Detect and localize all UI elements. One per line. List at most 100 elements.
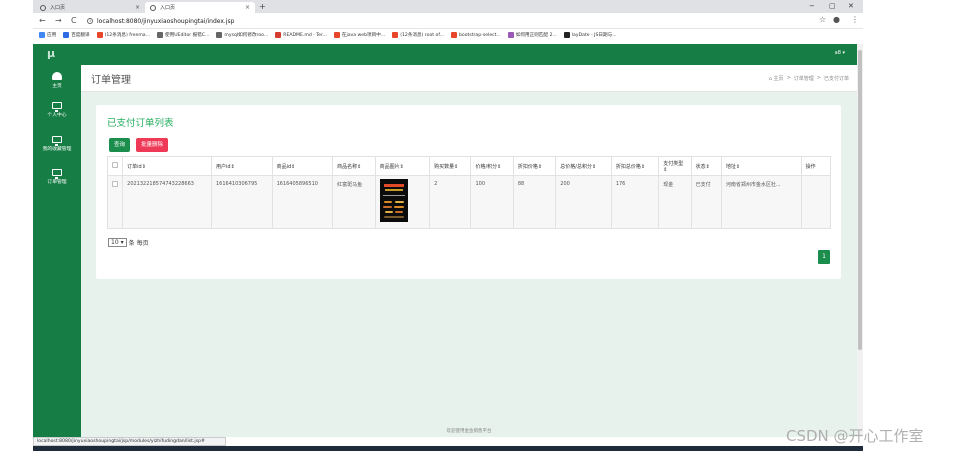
bookmark-item[interactable]: layDate - JS日期与...	[563, 32, 617, 38]
back-button[interactable]: ←	[39, 16, 46, 25]
column-header[interactable]: 折扣价格⇕	[512, 156, 557, 176]
status-cell: 已支付	[690, 175, 722, 229]
bookmark-label: bootstrap-select...	[459, 32, 501, 38]
scrollbar-thumb[interactable]	[858, 50, 862, 350]
page-size-control: 10 ▾ 条 每页	[108, 238, 149, 247]
url-field[interactable]: i localhost:8080/jinyuxiaoshoupingtai/in…	[87, 16, 807, 26]
total-cell: 200	[555, 175, 612, 229]
main-content: 订单管理 ⌂ 主页 > 订单管理 > 已支付订单 已支付订单列表 查询 批量删除…	[81, 65, 857, 437]
page-scrollbar[interactable]	[857, 44, 863, 437]
bookmark-label: 使用UEditor 报错C...	[165, 33, 210, 38]
bookmarks-bar: 应用 百度翻译 (12条消息) freema... 使用UEditor 报错C... m…	[33, 29, 863, 41]
bookmark-item[interactable]: 百度翻译	[63, 32, 90, 38]
batch-delete-button[interactable]: 批量删除	[136, 138, 169, 152]
column-header[interactable]: 商品id⇕	[271, 156, 334, 176]
globe-icon	[40, 4, 46, 11]
bookmark-icon	[275, 32, 282, 38]
panel-title: 已支付订单列表	[107, 118, 174, 129]
bookmark-icon	[392, 32, 399, 38]
sidebar-item-orders[interactable]: 订单管理	[33, 169, 81, 185]
column-header[interactable]: 总价格/总积分⇕	[555, 156, 612, 176]
column-header[interactable]: 商品图片⇕	[374, 156, 431, 176]
bookmark-icon	[507, 32, 514, 38]
column-header[interactable]: 商品名称⇕	[332, 156, 376, 176]
menu-icon[interactable]: ⋮	[851, 15, 859, 24]
product-thumbnail[interactable]	[379, 179, 408, 222]
reload-button[interactable]: C	[71, 16, 77, 25]
column-header[interactable]: 用户id⇕	[211, 156, 273, 176]
browser-status-bar: localhost:8080/jinyuxiaoshoupingtai/jsp/…	[33, 437, 226, 446]
user-id-cell: 1616410306795	[211, 175, 273, 229]
column-header[interactable]: 状态⇕	[690, 156, 722, 176]
address-bar: ← → C i localhost:8080/jinyuxiaoshouping…	[33, 13, 863, 29]
column-header[interactable]: 地址⇕	[720, 156, 802, 176]
column-header[interactable]: 支付类型⇕	[658, 156, 692, 176]
action-cell	[800, 175, 832, 229]
bookmark-item[interactable]: mysql如何修改roo...	[216, 32, 268, 38]
table-row[interactable]: 202132218574743228663 1616410306795 1616…	[106, 175, 832, 229]
globe-icon	[150, 4, 156, 11]
bookmark-icon	[63, 32, 70, 38]
monitor-icon	[52, 102, 62, 112]
quantity-cell: 2	[429, 175, 472, 229]
breadcrumb-home[interactable]: ⌂ 主页	[769, 75, 784, 82]
sidebar-item-profile[interactable]: 个人中心	[33, 102, 81, 118]
sidebar-item-label: 我的收藏管理	[42, 147, 72, 152]
maximize-button[interactable]: ▢	[829, 2, 836, 10]
bookmark-icon	[157, 32, 163, 38]
user-menu[interactable]: a8 ▾	[835, 50, 845, 56]
sidebar-item-home[interactable]: 主页	[33, 72, 81, 89]
close-window-button[interactable]: ✕	[848, 2, 854, 10]
address-cell: 河南省郑州市金水区杜...	[720, 175, 802, 229]
pagination-page-1[interactable]: 1	[818, 250, 830, 264]
query-button[interactable]: 查询	[109, 138, 131, 152]
column-header: 操作	[800, 156, 832, 176]
bookmark-label: (12条消息) freema...	[104, 33, 150, 38]
bookmark-label: 如何用正则匹配 2...	[515, 33, 557, 38]
column-header[interactable]: 订单id⇕	[122, 156, 212, 176]
monitor-icon	[52, 169, 62, 179]
bookmark-item[interactable]: README.md · Ter...	[275, 32, 327, 38]
close-icon[interactable]: ×	[135, 4, 140, 11]
breadcrumb-current: 已支付订单	[823, 76, 849, 82]
tab-title: 入口页	[50, 5, 66, 11]
column-header[interactable]: 购买数量⇕	[429, 156, 472, 176]
bookmark-label: README.md · Ter...	[283, 32, 327, 38]
close-icon[interactable]: ×	[245, 4, 250, 11]
bookmark-icon	[216, 32, 223, 38]
sidebar-item-label: 订单管理	[47, 180, 67, 185]
url-text: localhost:8080/jinyuxiaoshoupingtai/inde…	[97, 17, 235, 25]
bookmark-item[interactable]: bootstrap-select...	[451, 32, 501, 38]
bookmark-item[interactable]: (12条消息) freema...	[96, 32, 150, 38]
chevron-down-icon: ▾	[120, 239, 124, 246]
browser-tab-2[interactable]: 入口页 ×	[145, 2, 255, 13]
bookmark-label: (12条消息) root of...	[400, 33, 445, 38]
bookmark-icon	[563, 32, 570, 38]
table-header-row: 订单id⇕ 用户id⇕ 商品id⇕ 商品名称⇕ 商品图片⇕ 购买数量⇕ 价格/积…	[106, 156, 832, 176]
page-size-select[interactable]: 10 ▾	[108, 238, 127, 247]
dashboard-icon	[52, 72, 62, 80]
bookmark-item[interactable]: 使用UEditor 报错C...	[157, 32, 209, 38]
column-header[interactable]: 价格/积分⇕	[470, 156, 514, 176]
bookmark-label: layDate - JS日期与...	[571, 33, 617, 38]
breadcrumb-orders[interactable]: 订单管理	[794, 75, 814, 82]
bookmark-item[interactable]: (12条消息) root of...	[392, 32, 444, 38]
row-checkbox[interactable]	[112, 181, 118, 187]
select-all-checkbox[interactable]	[112, 162, 118, 168]
bookmark-item[interactable]: 应用	[39, 32, 56, 38]
forward-button[interactable]: →	[55, 16, 62, 25]
order-id-cell: 202132218574743228663	[122, 175, 212, 229]
bookmark-item[interactable]: 在java web项目中...	[333, 32, 385, 38]
row-select-cell	[106, 175, 124, 229]
info-icon[interactable]: i	[87, 18, 93, 24]
minimize-button[interactable]: −	[809, 2, 815, 10]
bookmark-item[interactable]: 如何用正则匹配 2...	[507, 32, 557, 38]
account-icon[interactable]: ●	[833, 15, 840, 24]
star-icon[interactable]: ☆	[819, 15, 826, 24]
sidebar-item-favorites[interactable]: 我的收藏管理	[33, 136, 81, 152]
column-header[interactable]: 折扣总价格⇕	[610, 156, 660, 176]
browser-tab-1[interactable]: 入口页 ×	[35, 2, 145, 13]
orders-table: 订单id⇕ 用户id⇕ 商品id⇕ 商品名称⇕ 商品图片⇕ 购买数量⇕ 价格/积…	[106, 156, 832, 229]
new-tab-button[interactable]: +	[259, 2, 266, 11]
page-size-label: 条 每页	[128, 240, 149, 247]
